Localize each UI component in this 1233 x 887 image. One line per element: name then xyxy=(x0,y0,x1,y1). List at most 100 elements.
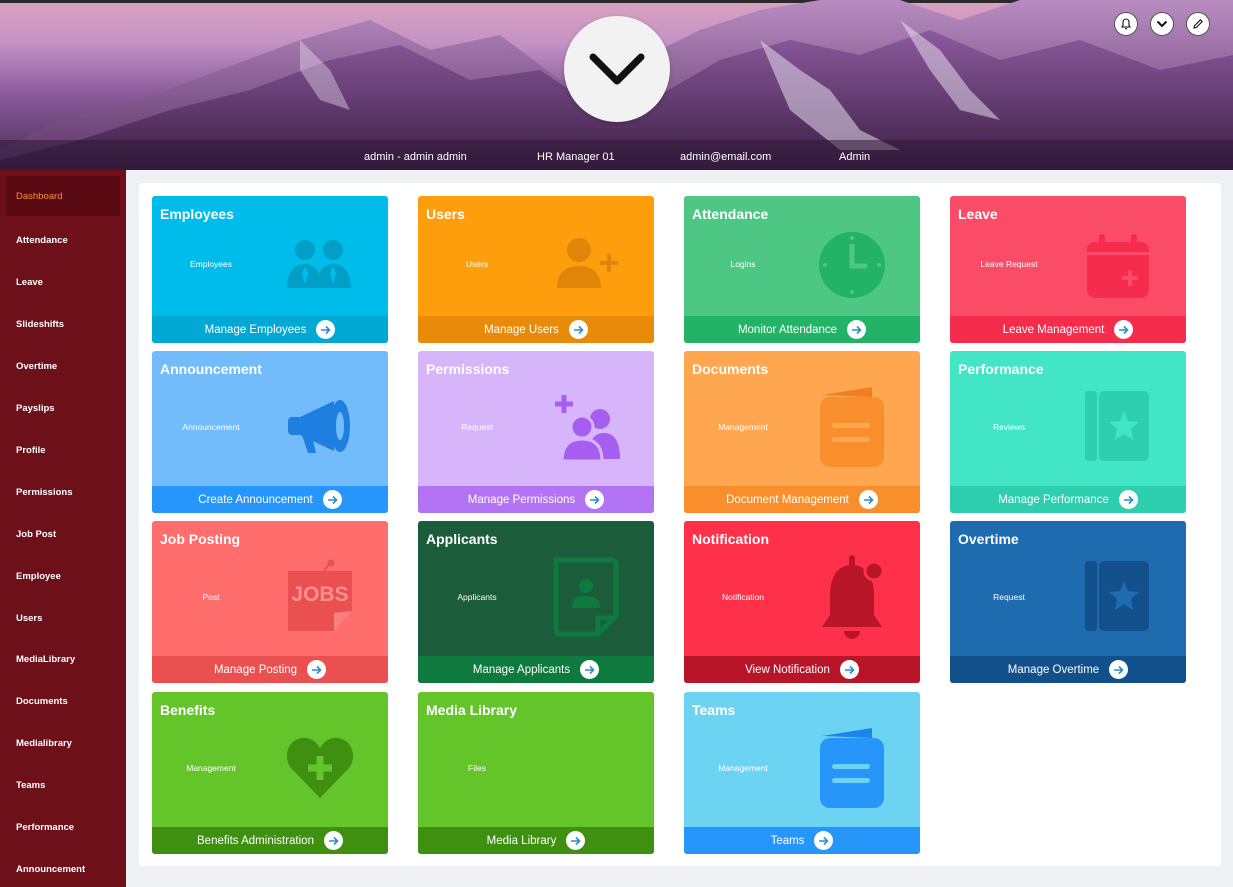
sidebar-item-medialibrary[interactable]: MediaLibrary xyxy=(6,639,120,679)
sidebar-item-announcement[interactable]: Announcement xyxy=(6,849,120,887)
sidebar-item-documents[interactable]: Documents xyxy=(6,681,120,721)
card-title: Benefits xyxy=(160,702,216,718)
megaphone-icon xyxy=(260,395,380,457)
card-title: Applicants xyxy=(426,531,498,547)
card-action-label: Document Management xyxy=(726,493,849,506)
user-name-text: admin - admin admin xyxy=(364,151,467,163)
arrow-right-icon xyxy=(1109,660,1129,679)
notification-bell-button[interactable] xyxy=(1114,12,1138,36)
avatar[interactable] xyxy=(564,16,670,122)
create-announcement-button[interactable]: Create Announcement xyxy=(152,486,388,513)
account-dropdown-button[interactable] xyxy=(1150,12,1174,36)
card-subtitle: Leave Request xyxy=(980,259,1038,269)
card-media-library: Media Library Files Media Library xyxy=(418,692,654,854)
card-subtitle: Employees xyxy=(189,259,233,269)
sidebar-item-leave[interactable]: Leave xyxy=(6,262,120,302)
sidebar-item-job-post[interactable]: Job Post xyxy=(6,514,120,554)
edit-profile-button[interactable] xyxy=(1186,12,1210,36)
leave-management-button[interactable]: Leave Management xyxy=(950,316,1186,343)
manage-users-button[interactable]: Manage Users xyxy=(418,316,654,343)
manage-performance-button[interactable]: Manage Performance xyxy=(950,486,1186,513)
profile-banner: admin - admin admin HR Manager 01 admin@… xyxy=(0,0,1233,170)
card-permissions: Permissions Request Manage Permissions xyxy=(418,351,654,513)
card-title: Documents xyxy=(692,361,769,377)
user-role-text: Admin xyxy=(839,151,871,163)
book-icon xyxy=(792,726,912,810)
user-add-icon xyxy=(526,236,646,291)
arrow-right-icon xyxy=(307,660,327,679)
sidebar-item-overtime[interactable]: Overtime xyxy=(6,346,120,386)
bell-icon xyxy=(1120,18,1132,30)
sidebar-item-teams[interactable]: Teams xyxy=(6,765,120,805)
card-subtitle: Users xyxy=(465,259,489,269)
card-users: Users Users Manage Users xyxy=(418,196,654,343)
clock-icon xyxy=(792,230,912,300)
dashboard-panel: Employees Employees Manage Employees Use… xyxy=(139,183,1221,866)
arrow-right-icon xyxy=(323,831,343,850)
pencil-icon xyxy=(1193,19,1203,29)
card-title: Performance xyxy=(958,361,1044,377)
card-action-label: View Notification xyxy=(745,663,830,676)
arrow-right-icon xyxy=(839,660,859,679)
sidebar-item-medialibrary-2[interactable]: Medialibrary xyxy=(6,723,120,763)
card-action-label: Manage Posting xyxy=(213,663,298,676)
card-action-label: Manage Performance xyxy=(998,493,1109,506)
card-overtime: Overtime Request Manage Overtime xyxy=(950,521,1186,683)
card-applicants: Applicants Applicants Manage Applicants xyxy=(418,521,654,683)
document-management-button[interactable]: Document Management xyxy=(684,486,920,513)
teams-button[interactable]: Teams xyxy=(684,827,920,854)
card-attendance: Attendance Logins Monitor Attendance xyxy=(684,196,920,343)
card-subtitle: Request xyxy=(461,422,493,432)
media-library-button[interactable]: Media Library xyxy=(418,827,654,854)
card-performance: Performance Reviews Manage Performance xyxy=(950,351,1186,513)
card-documents: Documents Management Document Management xyxy=(684,351,920,513)
manage-employees-button[interactable]: Manage Employees xyxy=(152,316,388,343)
card-title: Users xyxy=(426,206,465,222)
card-action-label: Media Library xyxy=(486,834,557,847)
card-teams: Teams Management Teams xyxy=(684,692,920,854)
card-action-label: Manage Users xyxy=(484,323,559,336)
card-subtitle: Management xyxy=(718,422,768,432)
sidebar-item-employee[interactable]: Employee xyxy=(6,556,120,596)
star-book-icon xyxy=(1058,391,1178,463)
view-notification-button[interactable]: View Notification xyxy=(684,656,920,683)
card-title: Permissions xyxy=(426,361,510,377)
card-action-label: Manage Employees xyxy=(204,323,307,336)
benefits-administration-button[interactable]: Benefits Administration xyxy=(152,827,388,854)
manage-overtime-button[interactable]: Manage Overtime xyxy=(950,656,1186,683)
star-book-icon xyxy=(1058,561,1178,633)
heart-plus-icon xyxy=(260,734,380,800)
arrow-right-icon xyxy=(1114,320,1134,339)
card-subtitle: Announcement xyxy=(182,422,240,432)
sidebar-item-payslips[interactable]: Payslips xyxy=(6,388,120,428)
manage-permissions-button[interactable]: Manage Permissions xyxy=(418,486,654,513)
sidebar: Dashboard Attendance Leave Slideshifts O… xyxy=(0,170,126,887)
manage-posting-button[interactable]: Manage Posting xyxy=(152,656,388,683)
arrow-right-icon xyxy=(580,660,600,679)
arrow-right-icon xyxy=(322,490,342,509)
chevron-down-icon xyxy=(1156,20,1168,28)
document-icon xyxy=(792,385,912,469)
card-subtitle: Notification xyxy=(721,592,765,602)
sidebar-item-users[interactable]: Users xyxy=(6,598,120,638)
arrow-right-icon xyxy=(847,320,867,339)
sidebar-item-dashboard[interactable]: Dashboard xyxy=(6,176,120,216)
sidebar-item-slideshifts[interactable]: Slideshifts xyxy=(6,304,120,344)
monitor-attendance-button[interactable]: Monitor Attendance xyxy=(684,316,920,343)
arrow-right-icon xyxy=(568,320,588,339)
card-title: Teams xyxy=(692,702,736,718)
card-notification: Notification Notification View Notificat… xyxy=(684,521,920,683)
people-icon xyxy=(260,236,380,291)
card-title: Notification xyxy=(692,531,769,547)
sidebar-item-attendance[interactable]: Attendance xyxy=(6,220,120,260)
bell-icon xyxy=(792,555,912,641)
card-title: Employees xyxy=(160,206,234,222)
arrow-right-icon xyxy=(1118,490,1138,509)
manage-applicants-button[interactable]: Manage Applicants xyxy=(418,656,654,683)
card-subtitle: Management xyxy=(186,763,236,773)
sidebar-item-profile[interactable]: Profile xyxy=(6,430,120,470)
sidebar-item-permissions[interactable]: Permissions xyxy=(6,472,120,512)
arrow-right-icon xyxy=(585,490,605,509)
sidebar-item-performance[interactable]: Performance xyxy=(6,807,120,847)
card-subtitle: Request xyxy=(993,592,1025,602)
